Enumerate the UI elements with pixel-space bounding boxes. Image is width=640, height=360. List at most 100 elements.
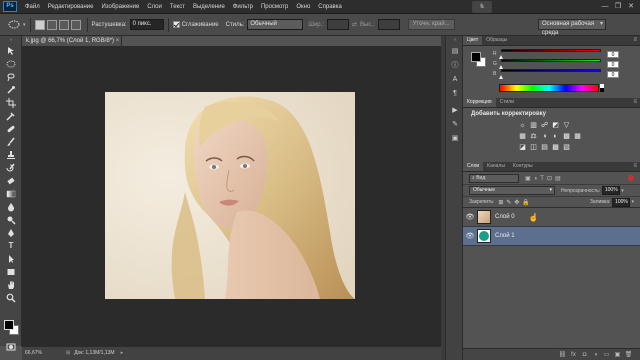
threshold-icon[interactable]: ▤ <box>539 142 550 152</box>
new-adjustment-layer-icon[interactable]: ◑ <box>590 352 601 358</box>
tab-styles[interactable]: Стили <box>496 98 518 107</box>
menu-edit[interactable]: Редактирование <box>44 0 98 14</box>
brushes-panel-icon[interactable]: ✎ <box>446 117 464 131</box>
link-layers-icon[interactable]: ⛓ <box>557 351 568 358</box>
clone-stamp-tool-icon[interactable] <box>0 148 22 161</box>
invert-icon[interactable]: ◪ <box>517 142 528 152</box>
layer-filter-select[interactable]: ⌕ Вид <box>469 173 519 183</box>
style-select[interactable]: Обычный <box>247 19 304 30</box>
pen-tool-icon[interactable] <box>0 226 22 239</box>
toolbar-collapse-icon[interactable]: » <box>0 36 22 44</box>
color-lookup-icon[interactable]: ▦ <box>572 131 583 141</box>
black-white-icon[interactable]: ◑ <box>539 131 550 141</box>
feather-input[interactable]: 0 пикс. <box>129 19 164 30</box>
vibrance-icon[interactable]: ▽ <box>561 120 572 130</box>
height-input[interactable] <box>377 19 400 30</box>
layer-style-icon[interactable]: fx <box>568 352 579 358</box>
tab-adjustments[interactable]: Коррекция <box>463 98 496 107</box>
fill-input[interactable]: 100% <box>612 197 631 207</box>
menu-window[interactable]: Окно <box>292 0 314 14</box>
info-panel-icon[interactable]: ⓘ <box>446 58 464 72</box>
blur-tool-icon[interactable] <box>0 200 22 213</box>
new-layer-icon[interactable]: ▣ <box>612 351 623 358</box>
trash-icon[interactable]: 🗑 <box>623 351 634 358</box>
status-menu-icon[interactable]: ⊞ <box>66 347 70 360</box>
minimize-button[interactable]: — <box>600 2 610 11</box>
menu-file[interactable]: Файл <box>21 0 44 14</box>
paragraph-panel-icon[interactable]: ¶ <box>446 86 464 100</box>
brightness-contrast-icon[interactable]: ☼ <box>517 120 528 130</box>
rectangle-tool-icon[interactable] <box>0 265 22 278</box>
panel-menu-icon[interactable]: ≡ <box>633 36 637 45</box>
marquee-tool-icon[interactable] <box>0 57 22 70</box>
add-selection-icon[interactable] <box>46 19 57 30</box>
menu-select[interactable]: Выделение <box>189 0 229 14</box>
lasso-tool-icon[interactable] <box>0 70 22 83</box>
eraser-tool-icon[interactable] <box>0 174 22 187</box>
elliptical-marquee-tool-icon[interactable] <box>6 18 22 32</box>
close-tab-icon[interactable]: × <box>116 38 120 44</box>
spectrum-black-swatch[interactable] <box>600 88 604 92</box>
status-expand-icon[interactable]: ▸ <box>121 347 124 360</box>
zoom-level[interactable]: 66,67% <box>22 347 66 360</box>
exposure-icon[interactable]: ◩ <box>550 120 561 130</box>
slider-red-track[interactable] <box>501 49 601 52</box>
slider-red[interactable]: R 0 <box>463 49 640 59</box>
hue-saturation-icon[interactable]: ▦ <box>517 131 528 141</box>
crop-tool-icon[interactable] <box>0 96 22 109</box>
gradient-tool-icon[interactable] <box>0 187 22 200</box>
slider-blue-value[interactable]: 0 <box>607 70 619 78</box>
lock-icons[interactable]: ⊠✎✥🔒 <box>498 199 533 206</box>
curves-icon[interactable]: ☍ <box>539 120 550 130</box>
history-panel-icon[interactable]: ▤ <box>446 44 464 58</box>
close-button[interactable]: ✕ <box>626 2 636 11</box>
panel-menu-icon[interactable]: ≡ <box>633 98 637 107</box>
tab-layers[interactable]: Слои <box>463 162 484 171</box>
eye-icon[interactable]: 👁 <box>463 232 477 240</box>
workspace-select[interactable]: Основная рабочая среда ▾ <box>538 19 606 36</box>
blend-mode-select[interactable]: Обычные ▾ <box>469 186 555 195</box>
restore-button[interactable]: ❐ <box>613 2 623 11</box>
opacity-input[interactable]: 100% <box>602 186 621 195</box>
color-spectrum-bar[interactable] <box>499 84 599 92</box>
levels-icon[interactable]: ▥ <box>528 120 539 130</box>
character-panel-icon[interactable]: A <box>446 72 464 86</box>
dodge-tool-icon[interactable] <box>0 213 22 226</box>
quick-mask-icon[interactable] <box>0 340 22 353</box>
intersect-selection-icon[interactable] <box>70 19 81 30</box>
layer-row-0[interactable]: 👁 Слой 0 ☝ <box>463 208 640 227</box>
filter-toggle-icon[interactable] <box>628 175 634 181</box>
photo-filter-icon[interactable]: ◐ <box>550 131 561 141</box>
slider-blue[interactable]: B 0 <box>463 69 640 79</box>
slider-green-value[interactable]: 0 <box>607 60 619 68</box>
path-selection-tool-icon[interactable] <box>0 252 22 265</box>
photo-canvas[interactable] <box>105 92 355 299</box>
swap-dimensions-icon[interactable]: ⇄ <box>352 21 357 28</box>
subtract-selection-icon[interactable] <box>58 19 69 30</box>
tool-preset-chevron-icon[interactable]: ▾ <box>23 22 26 28</box>
brush-tool-icon[interactable] <box>0 135 22 148</box>
refine-edge-button[interactable]: Уточн. край... <box>407 19 455 30</box>
panel-menu-icon[interactable]: ≡ <box>633 162 637 171</box>
layer-name[interactable]: Слой 1 <box>495 233 515 239</box>
properties-panel-icon[interactable]: ▣ <box>446 131 464 145</box>
menu-type[interactable]: Текст <box>166 0 189 14</box>
selective-color-icon[interactable]: ▧ <box>561 142 572 152</box>
type-tool-icon[interactable]: T <box>0 239 22 252</box>
tab-paths[interactable]: Контуры <box>509 162 537 171</box>
healing-brush-tool-icon[interactable] <box>0 122 22 135</box>
posterize-icon[interactable]: ◫ <box>528 142 539 152</box>
menu-image[interactable]: Изображение <box>97 0 143 14</box>
width-input[interactable] <box>326 19 349 30</box>
document-tab[interactable]: k.jpg @ 66,7% (Слой 1, RGB/8*) × <box>22 36 122 46</box>
menu-filter[interactable]: Фильтр <box>229 0 257 14</box>
eyedropper-tool-icon[interactable] <box>0 109 22 122</box>
antialias-checkbox[interactable] <box>172 21 180 28</box>
gradient-map-icon[interactable]: ▩ <box>550 142 561 152</box>
dock-collapse-icon[interactable]: « <box>446 36 464 44</box>
slider-green-track[interactable] <box>501 59 601 62</box>
eye-icon[interactable]: 👁 <box>463 213 477 221</box>
color-swatches[interactable] <box>4 320 20 336</box>
new-selection-icon[interactable] <box>34 19 45 30</box>
slider-blue-track[interactable] <box>501 69 601 72</box>
